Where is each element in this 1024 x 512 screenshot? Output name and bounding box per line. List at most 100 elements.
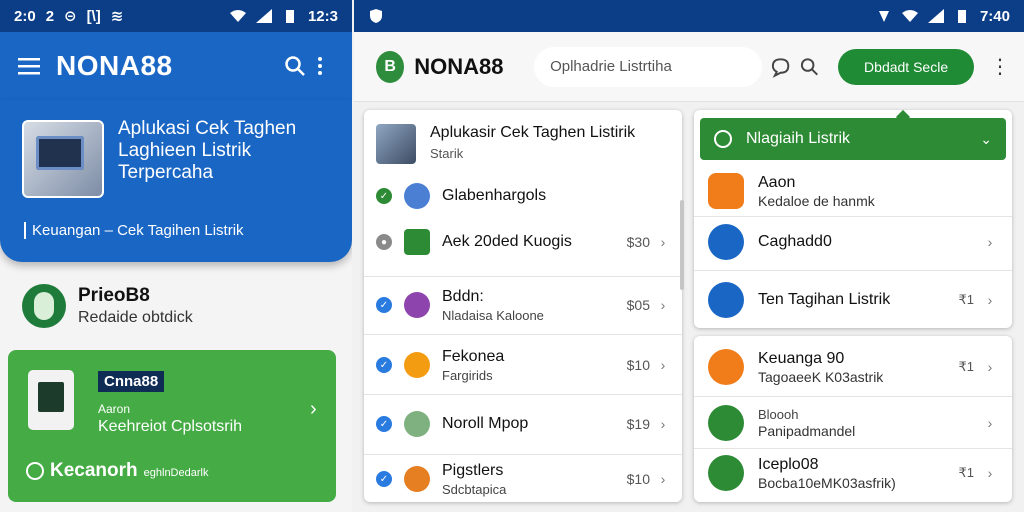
- divider: [694, 448, 1012, 449]
- account-list-card: Keuanga 90 TagoaeeK K03astrik ₹1 › Blooo…: [694, 336, 1012, 502]
- bill-list-card: Aplukasir Cek Taghen Listirik Starik ✓ G…: [364, 110, 682, 502]
- list-subtitle: Starik: [430, 146, 464, 161]
- chevron-right-icon[interactable]: ›: [654, 357, 672, 373]
- chevron-right-icon[interactable]: ›: [654, 471, 672, 487]
- list-item[interactable]: ✓ Fekonea Fargirids $10 ›: [364, 342, 682, 388]
- list-item[interactable]: ✓ Glabenhargols: [364, 176, 682, 216]
- divider: [364, 454, 682, 455]
- check-icon[interactable]: ✓: [376, 188, 392, 204]
- chevron-right-icon[interactable]: ›: [982, 234, 998, 250]
- divider: [364, 334, 682, 335]
- left-app-bar: NONA88: [0, 32, 352, 100]
- brand-subtitle: Redaide obtdick: [78, 309, 193, 326]
- list-item[interactable]: Keuanga 90 TagoaeeK K03astrik ₹1 ›: [694, 344, 1012, 390]
- gear-icon: [404, 352, 430, 378]
- signal-icon: [927, 9, 944, 23]
- dropdown-item-subtitle: Kedaloe de hanmk: [758, 192, 875, 209]
- card-footer-subtitle: eghlnDedarlk: [143, 467, 209, 479]
- list-item-label: Aek 20ded Kuogis: [442, 233, 572, 250]
- hero-subtitle: Keuangan – Cek Tagihen Listrik: [24, 222, 244, 239]
- hero-device-image: [22, 120, 104, 198]
- dropdown-item[interactable]: Aaon Kedaloe de hanmk: [694, 166, 1012, 216]
- divider: [364, 394, 682, 395]
- location-pin-icon: [708, 405, 744, 441]
- app-title: NONA88: [414, 53, 504, 79]
- app-icon: [404, 466, 430, 492]
- search-icon[interactable]: [799, 56, 820, 78]
- search-icon[interactable]: [284, 55, 306, 77]
- right-screen: 7:40 B NONA88 Dbdadt Secle ⋮ Aplukasir C…: [354, 0, 1024, 512]
- list-thumbnail: [376, 124, 416, 164]
- chevron-right-icon[interactable]: ›: [654, 297, 672, 313]
- search-input[interactable]: [534, 46, 762, 87]
- dropdown-item[interactable]: Ten Tagihan Listrik ₹1 ›: [694, 278, 1012, 322]
- list-item[interactable]: ✓ Pigstlers Sdcbtapica $10 ›: [364, 458, 682, 500]
- list-item-subtitle: Fargirids: [442, 367, 493, 383]
- list-item-label: Noroll Mpop: [442, 415, 529, 432]
- dropdown-header[interactable]: Nlagiaih Listrik ⌄: [700, 118, 1006, 160]
- list-item[interactable]: ● Aek 20ded Kuogis $30 ›: [364, 220, 682, 264]
- dropdown-item-label: Aaon: [758, 173, 796, 191]
- list-item-value: $30: [626, 234, 650, 250]
- compass-icon: [26, 462, 44, 480]
- chat-icon[interactable]: [770, 56, 791, 78]
- card-badge: Cnna88: [98, 371, 165, 392]
- promo-card[interactable]: Cnna88 Aaron Keehreiot Cplsotsrih › Keca…: [8, 350, 336, 502]
- dropdown-item-label: Caghadd0: [758, 233, 832, 250]
- list-item[interactable]: Bloooh Panipadmandel ›: [694, 400, 1012, 446]
- divider: [364, 276, 682, 277]
- chevron-right-icon[interactable]: ›: [654, 416, 672, 432]
- menu-icon[interactable]: [18, 57, 40, 75]
- gear-icon: [708, 282, 744, 318]
- brand-row[interactable]: PrieoB8 Redaide obtdick: [22, 284, 193, 328]
- check-icon[interactable]: ✓: [376, 297, 392, 313]
- list-item[interactable]: ✓ Bddn: Nladaisa Kaloone $05 ›: [364, 282, 682, 328]
- more-vert-icon[interactable]: ⋮: [990, 54, 1010, 79]
- gear-icon: [708, 224, 744, 260]
- more-vert-icon[interactable]: [306, 55, 334, 77]
- app-title: NONA88: [56, 50, 173, 81]
- hero-banner[interactable]: Aplukasi Cek Taghen Laghieen Listrik Ter…: [0, 100, 352, 262]
- chevron-right-icon[interactable]: ›: [982, 465, 998, 481]
- list-item-label: Bloooh: [758, 407, 799, 422]
- chevron-down-icon[interactable]: ⌄: [980, 131, 992, 148]
- divider: [694, 216, 1012, 217]
- check-icon[interactable]: ✓: [376, 416, 392, 432]
- divider: [694, 396, 1012, 397]
- card-label: Aaron: [98, 402, 131, 416]
- wallet-icon: [708, 173, 744, 209]
- list-item-label: Bddn:: [442, 287, 484, 305]
- check-icon[interactable]: ✓: [376, 471, 392, 487]
- chevron-right-icon[interactable]: ›: [654, 234, 672, 250]
- list-item-subtitle: Nladaisa Kaloone: [442, 307, 544, 323]
- list-item-subtitle: TagoaeeK K03astrik: [758, 368, 884, 385]
- dropdown-item-label: Ten Tagihan Listrik: [758, 291, 891, 308]
- compass-icon: [714, 130, 732, 148]
- chevron-right-icon[interactable]: ›: [982, 292, 998, 308]
- left-screen: 2:0 2 ⊝ [\] ≋ 12:3 NONA88 Aplukasi Cek T…: [0, 0, 352, 512]
- radio-icon[interactable]: ●: [376, 234, 392, 250]
- status-notification-text: 2: [45, 7, 55, 25]
- left-status-bar: 2:0 2 ⊝ [\] ≋ 12:3: [0, 0, 352, 32]
- scrollbar[interactable]: [680, 200, 684, 290]
- list-item-label: Pigstlers: [442, 461, 504, 479]
- check-icon[interactable]: ✓: [376, 357, 392, 373]
- wifi-icon: [901, 10, 918, 22]
- dropdown-item[interactable]: Caghadd0 ›: [694, 220, 1012, 264]
- wifi-icon: [229, 10, 246, 22]
- list-item[interactable]: Iceplo08 Bocba10eMK03asfrik) ₹1 ›: [694, 450, 1012, 496]
- chevron-right-icon[interactable]: ›: [310, 398, 317, 421]
- wallet-icon: [708, 349, 744, 385]
- chevron-right-icon[interactable]: ›: [982, 415, 998, 431]
- list-item-subtitle: Bocba10eMK03asfrik): [758, 474, 896, 491]
- list-item-value: $19: [626, 416, 650, 432]
- dropdown-card: Nlagiaih Listrik ⌄ Aaon Kedaloe de hanmk…: [694, 109, 1012, 328]
- meter-icon: [404, 229, 430, 255]
- list-item[interactable]: ✓ Noroll Mpop $19 ›: [364, 404, 682, 444]
- status-notification-text: ≋: [110, 8, 124, 25]
- chevron-right-icon[interactable]: ›: [982, 359, 998, 375]
- list-item-value: $10: [626, 471, 650, 487]
- right-app-bar: B NONA88 Dbdadt Secle ⋮: [354, 32, 1024, 102]
- brand-logo-icon: [22, 284, 66, 328]
- primary-action-button[interactable]: Dbdadt Secle: [838, 48, 975, 85]
